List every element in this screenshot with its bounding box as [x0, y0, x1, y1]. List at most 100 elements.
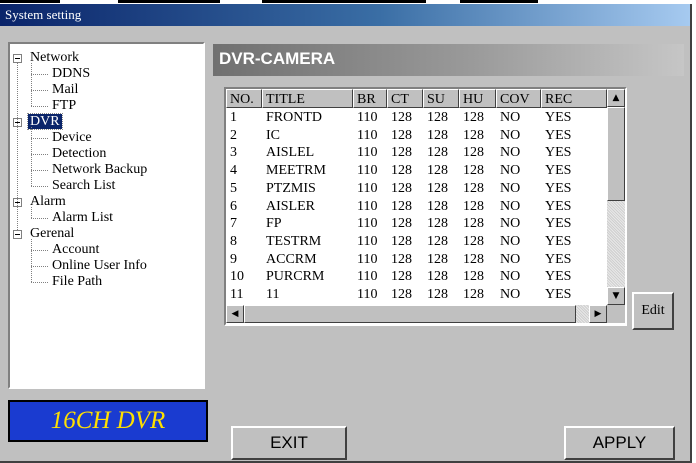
table-row[interactable]: 1 FRONTD 110 128 128 128 NO YES: [226, 110, 607, 126]
system-setting-window: System setting Network DDNS Mail FTP DVR Devi…: [0, 4, 692, 463]
column-header-no[interactable]: NO.: [226, 89, 262, 108]
tree-item-gerenal[interactable]: Gerenal: [28, 226, 76, 242]
tree-item-detection[interactable]: Detection: [50, 146, 108, 162]
tree-item-label: Mail: [52, 82, 79, 97]
minus-box-icon[interactable]: [13, 230, 22, 239]
table-row[interactable]: 10 PURCRM 110 128 128 128 NO YES: [226, 269, 607, 285]
table-cell: 128: [427, 163, 448, 179]
table-cell: NO: [500, 269, 521, 285]
table-cell: 8: [230, 233, 237, 249]
table-cell: YES: [545, 163, 572, 179]
table-cell: 110: [357, 269, 378, 285]
horizontal-scroll-thumb[interactable]: [244, 305, 576, 323]
tree-item-alarm-list[interactable]: Alarm List: [50, 210, 115, 226]
table-cell: PURCRM: [266, 269, 325, 285]
tree-connector: [31, 239, 32, 282]
tree-item-network-backup[interactable]: Network Backup: [50, 162, 149, 178]
table-cell: YES: [545, 216, 572, 232]
table-row[interactable]: 9 ACCRM 110 128 128 128 NO YES: [226, 252, 607, 268]
table-cell: NO: [500, 287, 521, 302]
edit-button[interactable]: Edit: [632, 292, 674, 330]
table-row[interactable]: 8 TESTRM 110 128 128 128 NO YES: [226, 234, 607, 250]
table-cell: 128: [463, 216, 484, 232]
table-cell: 128: [463, 233, 484, 249]
underline-segment: [118, 0, 220, 3]
table-cell: FRONTD: [266, 110, 323, 125]
apply-button[interactable]: APPLY: [564, 426, 675, 460]
minus-box-icon[interactable]: [13, 54, 22, 63]
column-header-br[interactable]: BR: [353, 89, 387, 108]
table-cell: YES: [545, 233, 572, 249]
table-cell: NO: [500, 110, 521, 125]
horizontal-scrollbar[interactable]: ◀ ▶: [226, 305, 607, 323]
tree-item-label: Online User Info: [52, 258, 147, 273]
table-cell: 128: [391, 198, 412, 214]
table-cell: 128: [391, 216, 412, 232]
scroll-down-arrow-icon[interactable]: ▼: [607, 287, 625, 305]
scroll-up-arrow-icon[interactable]: ▲: [607, 89, 625, 107]
tree-item-ftp[interactable]: FTP: [50, 98, 78, 114]
table-cell: NO: [500, 180, 521, 196]
table-cell: 110: [357, 198, 378, 214]
table-cell: 11: [230, 287, 244, 302]
tree-item-label: File Path: [52, 274, 103, 289]
scroll-right-arrow-icon[interactable]: ▶: [589, 305, 607, 323]
column-header-hu[interactable]: HU: [459, 89, 496, 108]
table-row[interactable]: 11 11 110 128 128 128 NO YES: [226, 287, 607, 303]
table-row[interactable]: 6 AISLER 110 128 128 128 NO YES: [226, 199, 607, 215]
column-header-title[interactable]: TITLE: [262, 89, 353, 108]
table-cell: 9: [230, 251, 237, 267]
table-cell: YES: [545, 251, 572, 267]
table-cell: NO: [500, 251, 521, 267]
table-cell: 128: [391, 233, 412, 249]
table-cell: 128: [427, 269, 448, 285]
table-row[interactable]: 3 AISLEL 110 128 128 128 NO YES: [226, 145, 607, 161]
table-cell: ACCRM: [266, 251, 317, 267]
tree-item-ddns[interactable]: DDNS: [50, 66, 92, 82]
tree-item-file-path[interactable]: File Path: [50, 274, 104, 290]
tree-connector: [31, 127, 32, 186]
table-row[interactable]: 2 IC 110 128 128 128 NO YES: [226, 128, 607, 144]
table-cell: 128: [391, 269, 412, 285]
tree-connector: [17, 63, 18, 230]
tree-item-account[interactable]: Account: [50, 242, 101, 258]
table-cell: NO: [500, 145, 521, 161]
exit-button[interactable]: EXIT: [231, 426, 347, 460]
column-header-ct[interactable]: CT: [387, 89, 423, 108]
table-cell: 128: [391, 110, 412, 125]
scroll-left-arrow-icon[interactable]: ◀: [226, 305, 244, 323]
column-header-cov[interactable]: COV: [496, 89, 541, 108]
column-header-rec[interactable]: REC: [541, 89, 607, 108]
table-cell: NO: [500, 127, 521, 143]
tree-connector: [31, 186, 48, 187]
table-row[interactable]: 5 PTZMIS 110 128 128 128 NO YES: [226, 181, 607, 197]
camera-table[interactable]: REC COV HU SU CT BR TITLE NO. 1 FRONTD 110 128 128 1…: [224, 87, 627, 326]
table-cell: 128: [463, 198, 484, 214]
table-cell: 128: [463, 127, 484, 143]
table-cell: NO: [500, 233, 521, 249]
tree-connector: [31, 138, 48, 139]
table-cell: NO: [500, 216, 521, 232]
tree-item-device[interactable]: Device: [50, 130, 94, 146]
tree-item-online-user-info[interactable]: Online User Info: [50, 258, 149, 274]
settings-tree[interactable]: Network DDNS Mail FTP DVR Device Detection Netw…: [8, 42, 205, 389]
table-cell: YES: [545, 180, 572, 196]
title-bar[interactable]: System setting: [0, 4, 690, 26]
vertical-scrollbar[interactable]: ▲ ▼: [607, 89, 625, 305]
tree-item-label: Alarm List: [52, 210, 114, 225]
table-row[interactable]: 4 MEETRM 110 128 128 128 NO YES: [226, 163, 607, 179]
section-heading: DVR-CAMERA: [219, 49, 336, 68]
table-cell: 3: [230, 145, 237, 161]
tree-item-network[interactable]: Network: [28, 50, 81, 66]
tree-item-label: FTP: [52, 98, 77, 113]
tree-item-dvr[interactable]: DVR: [27, 113, 63, 130]
table-cell: 110: [357, 110, 378, 125]
tree-item-search-list[interactable]: Search List: [50, 178, 117, 194]
column-header-su[interactable]: SU: [423, 89, 459, 108]
table-row[interactable]: 7 FP 110 128 128 128 NO YES: [226, 216, 607, 232]
vertical-scroll-thumb[interactable]: [607, 107, 625, 201]
tree-item-alarm[interactable]: Alarm: [28, 194, 68, 210]
tree-item-mail[interactable]: Mail: [50, 82, 80, 98]
table-cell: 128: [463, 145, 484, 161]
tree-item-label: Detection: [52, 146, 107, 161]
